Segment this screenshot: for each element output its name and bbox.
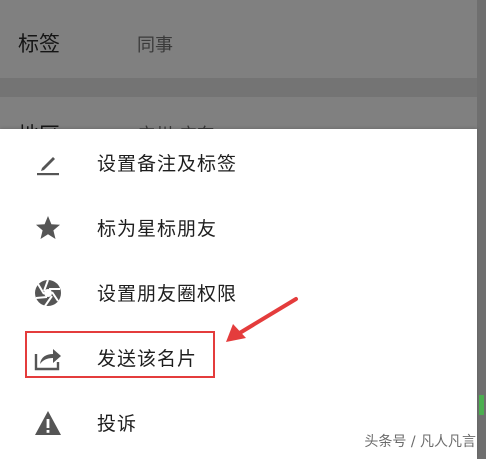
menu-item-star-friend[interactable]: 标为星标朋友 — [0, 196, 477, 260]
tags-value: 同事 — [137, 35, 173, 56]
star-icon — [33, 213, 63, 243]
warning-icon — [33, 408, 63, 438]
highlight-box — [25, 331, 215, 378]
menu-item-label: 设置备注及标签 — [97, 153, 238, 175]
right-edge-strip — [477, 0, 486, 459]
section-divider — [0, 78, 486, 97]
menu-item-label: 设置朋友圈权限 — [97, 283, 238, 305]
watermark: 头条号 / 凡人凡言 — [364, 434, 476, 450]
tags-label: 标签 — [18, 32, 60, 56]
pencil-icon — [33, 148, 63, 178]
menu-item-label: 标为星标朋友 — [97, 218, 218, 240]
menu-item-label: 投诉 — [97, 413, 138, 435]
moments-aperture-icon — [33, 278, 63, 308]
annotation-arrow-icon — [226, 297, 298, 342]
tags-row: 标签 同事 — [0, 0, 486, 79]
green-indicator — [479, 395, 484, 415]
menu-item-set-remark-tags[interactable]: 设置备注及标签 — [0, 131, 477, 195]
contact-action-sheet: 设置备注及标签 标为星标朋友 设置朋友圈权限 发送该名片 投诉 — [0, 129, 477, 459]
